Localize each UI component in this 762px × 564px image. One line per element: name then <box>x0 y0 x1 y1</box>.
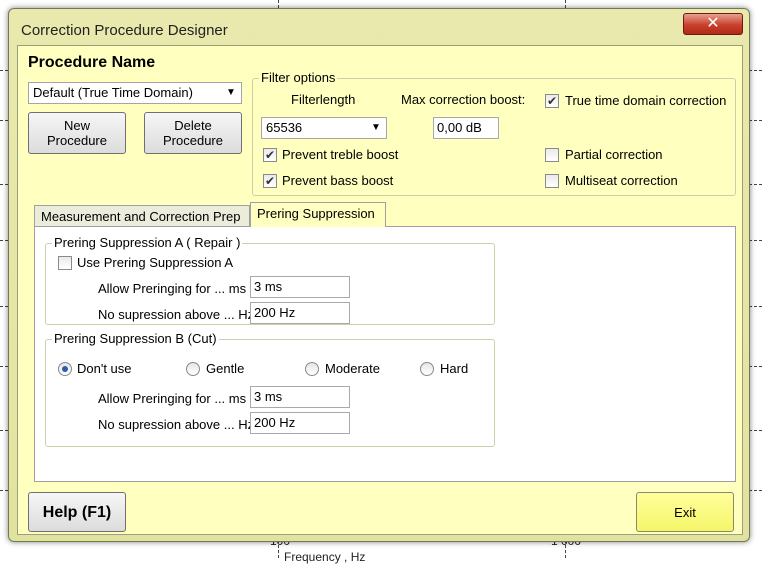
allow-preringing-b-label: Allow Preringing for ... ms <box>98 391 247 406</box>
help-button[interactable]: Help (F1) <box>28 492 126 532</box>
filterlength-label: Filterlength <box>291 92 356 107</box>
no-supression-b-label: No supression above ... Hz <box>98 417 255 432</box>
filter-options-group: Filter options Filterlength 65536 ▼ Max … <box>252 70 736 196</box>
prevent-treble-label: Prevent treble boost <box>282 147 399 162</box>
multiseat-checkbox[interactable] <box>545 174 559 188</box>
filterlength-select[interactable]: 65536 ▼ <box>261 117 387 139</box>
radio-gentle-label: Gentle <box>206 361 245 376</box>
new-procedure-button[interactable]: New Procedure <box>28 112 126 154</box>
exit-button[interactable]: Exit <box>636 492 734 532</box>
delete-procedure-button[interactable]: Delete Procedure <box>144 112 242 154</box>
allow-preringing-b-input[interactable]: 3 ms <box>250 386 350 408</box>
radio-gentle[interactable] <box>186 362 200 376</box>
prering-a-legend: Prering Suppression A ( Repair ) <box>52 235 243 250</box>
partial-correction-label: Partial correction <box>565 147 663 162</box>
max-boost-input[interactable]: 0,00 dB <box>433 117 499 139</box>
radio-dont-use-label: Don't use <box>77 361 132 376</box>
allow-preringing-a-input[interactable]: 3 ms <box>250 276 350 298</box>
filter-options-legend: Filter options <box>259 70 338 85</box>
no-supression-a-input[interactable]: 200 Hz <box>250 302 350 324</box>
use-prering-a-label: Use Prering Suppression A <box>77 255 234 270</box>
prevent-treble-checkbox[interactable]: ✔ <box>263 148 277 162</box>
close-button[interactable]: ✕ <box>683 13 743 35</box>
radio-hard-label: Hard <box>440 361 469 376</box>
prevent-bass-checkbox[interactable]: ✔ <box>263 174 277 188</box>
use-prering-a-checkbox[interactable] <box>58 256 72 270</box>
procedure-select-value: Default (True Time Domain) <box>33 85 193 100</box>
procedure-select[interactable]: Default (True Time Domain) ▼ <box>28 82 242 104</box>
correction-procedure-dialog: Correction Procedure Designer ✕ Procedur… <box>8 8 750 542</box>
prering-suppression-panel: Prering Suppression A ( Repair ) Use Pre… <box>34 226 736 482</box>
partial-correction-checkbox[interactable] <box>545 148 559 162</box>
radio-moderate-label: Moderate <box>325 361 380 376</box>
no-supression-a-label: No supression above ... Hz <box>98 307 255 322</box>
true-time-checkbox[interactable]: ✔ <box>545 94 559 108</box>
max-boost-label: Max correction boost: <box>401 92 526 107</box>
radio-moderate[interactable] <box>305 362 319 376</box>
procedure-name-label: Procedure Name <box>28 54 156 71</box>
window-title: Correction Procedure Designer <box>21 22 228 39</box>
prering-b-group: Prering Suppression B (Cut) Don't use Ge… <box>45 331 495 447</box>
multiseat-label: Multiseat correction <box>565 173 678 188</box>
radio-dont-use[interactable] <box>58 362 72 376</box>
filterlength-value: 65536 <box>266 120 303 135</box>
true-time-label: True time domain correction <box>565 93 727 108</box>
prering-a-group: Prering Suppression A ( Repair ) Use Pre… <box>45 235 495 325</box>
no-supression-b-input[interactable]: 200 Hz <box>250 412 350 434</box>
radio-hard[interactable] <box>420 362 434 376</box>
chevron-down-icon: ▼ <box>371 122 381 133</box>
dialog-client: Procedure Name Default (True Time Domain… <box>17 45 743 535</box>
allow-preringing-a-label: Allow Preringing for ... ms <box>98 281 247 296</box>
tab-prering-suppression[interactable]: Prering Suppression <box>250 202 386 227</box>
chevron-down-icon: ▼ <box>226 87 236 98</box>
x-axis-label: Frequency , Hz <box>284 550 366 564</box>
prering-b-legend: Prering Suppression B (Cut) <box>52 331 219 346</box>
prevent-bass-label: Prevent bass boost <box>282 173 394 188</box>
title-bar[interactable]: Correction Procedure Designer ✕ <box>9 9 749 45</box>
tab-measurement-prep[interactable]: Measurement and Correction Prep <box>34 205 250 227</box>
